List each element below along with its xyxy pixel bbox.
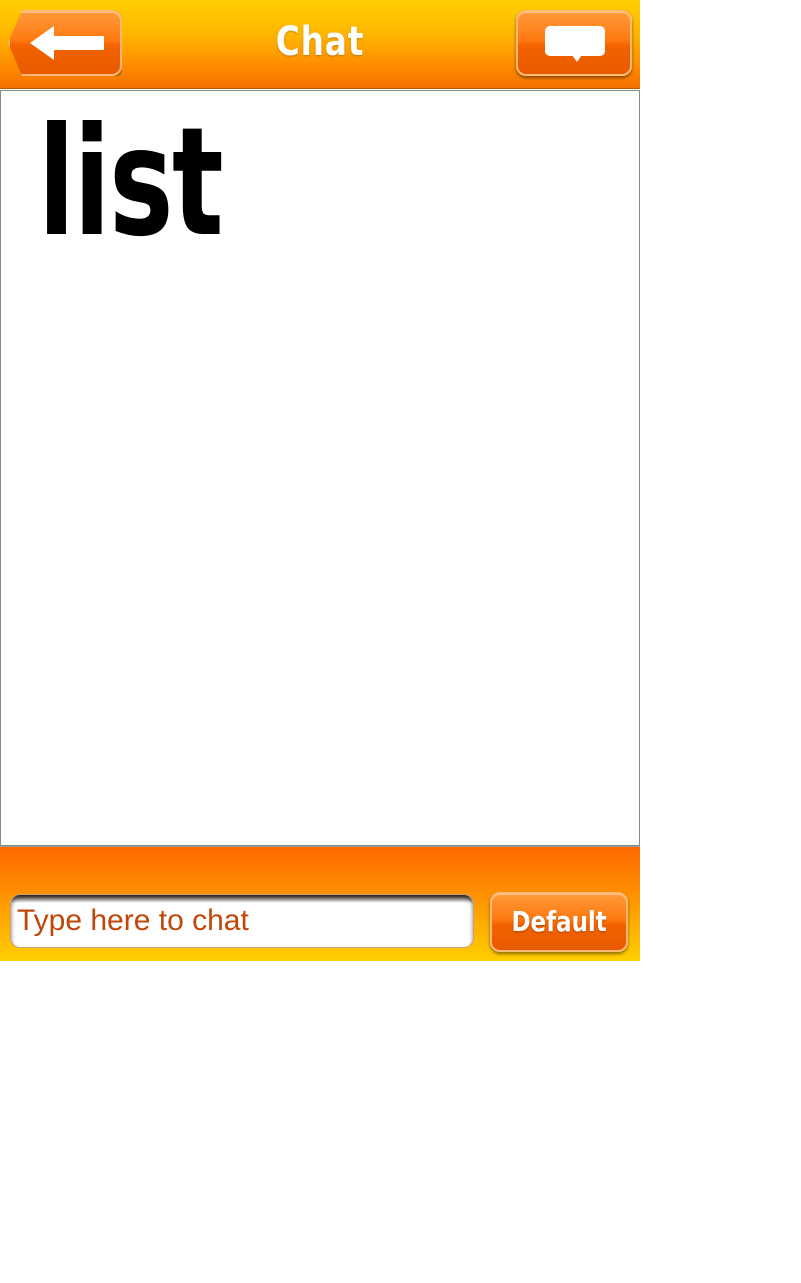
chat-screen: Chat list Default xyxy=(0,0,640,961)
back-button[interactable] xyxy=(8,10,122,76)
default-button[interactable]: Default xyxy=(490,892,628,952)
chat-list-placeholder-text: list xyxy=(38,96,224,270)
page-title: Chat xyxy=(275,19,365,65)
default-button-label: Default xyxy=(511,905,607,938)
chat-input[interactable] xyxy=(10,894,474,948)
speech-bubble-icon xyxy=(545,26,605,62)
arrow-left-icon xyxy=(30,26,104,60)
header-bar: Chat xyxy=(0,0,640,89)
chat-bubble-button[interactable] xyxy=(516,10,632,76)
